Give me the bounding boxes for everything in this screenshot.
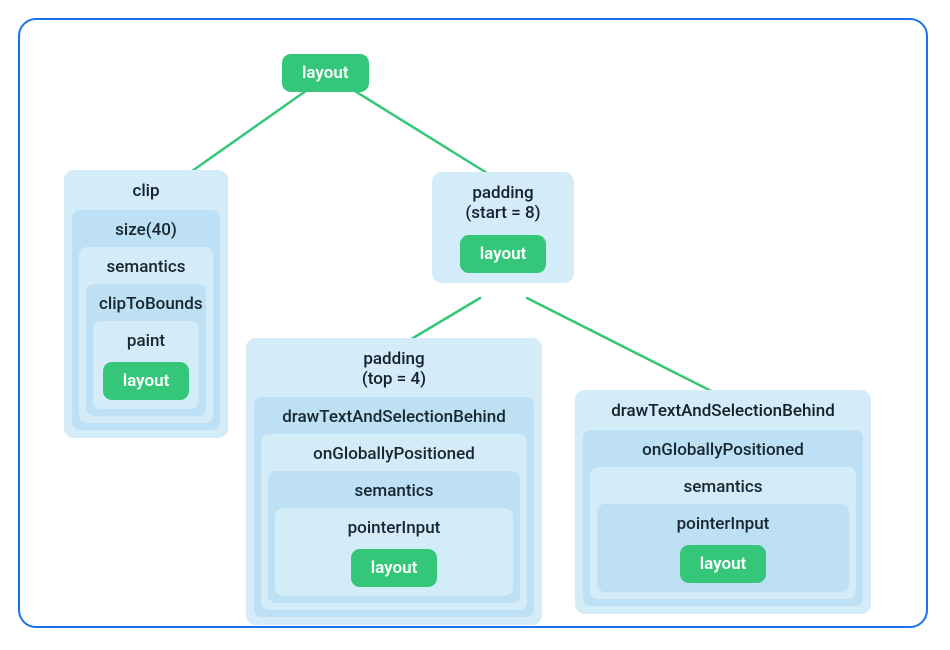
nest-semantics-br: semantics pointerInput layout bbox=[590, 467, 856, 599]
modifier-pointerinput: pointerInput bbox=[602, 509, 844, 541]
modifier-drawtext: drawTextAndSelectionBehind bbox=[581, 396, 865, 430]
bl-layout-chip: layout bbox=[351, 549, 438, 587]
modifier-semantics: semantics bbox=[595, 472, 851, 504]
left-layout-chip: layout bbox=[103, 362, 190, 400]
modifier-paint: paint bbox=[98, 326, 194, 358]
root-layout-chip: layout bbox=[282, 54, 369, 92]
modifier-padding-start: padding (start = 8) bbox=[438, 178, 568, 231]
modifier-size: size(40) bbox=[77, 215, 215, 247]
nest-ogp-bl: onGloballyPositioned semantics pointerIn… bbox=[261, 434, 527, 610]
node-clip: clip size(40) semantics clipToBounds pai… bbox=[64, 170, 228, 438]
node-drawtext-right: drawTextAndSelectionBehind onGloballyPos… bbox=[575, 390, 871, 614]
node-padding-start: padding (start = 8) layout bbox=[432, 172, 574, 283]
diagram-frame: layout clip size(40) semantics clipToBou… bbox=[18, 18, 928, 628]
modifier-pointerinput: pointerInput bbox=[280, 513, 508, 545]
modifier-padding-top: padding (top = 4) bbox=[252, 344, 536, 397]
nest-size: size(40) semantics clipToBounds paint la… bbox=[72, 210, 220, 430]
nest-pointer-br: pointerInput layout bbox=[597, 504, 849, 592]
br-layout-chip: layout bbox=[680, 545, 767, 583]
nest-cliptobounds: clipToBounds paint layout bbox=[86, 284, 206, 416]
nest-paint: paint layout bbox=[93, 321, 199, 409]
modifier-cliptobounds: clipToBounds bbox=[91, 289, 201, 321]
modifier-drawtext: drawTextAndSelectionBehind bbox=[259, 402, 529, 434]
nest-semantics-left: semantics clipToBounds paint layout bbox=[79, 247, 213, 423]
modifier-semantics: semantics bbox=[84, 252, 208, 284]
modifier-semantics: semantics bbox=[273, 476, 515, 508]
modifier-ongloballypositioned: onGloballyPositioned bbox=[266, 439, 522, 471]
modifier-ongloballypositioned: onGloballyPositioned bbox=[588, 435, 858, 467]
nest-semantics-bl: semantics pointerInput layout bbox=[268, 471, 520, 603]
nest-pointer-bl: pointerInput layout bbox=[275, 508, 513, 596]
node-padding-top: padding (top = 4) drawTextAndSelectionBe… bbox=[246, 338, 542, 625]
nest-drawtext-bl: drawTextAndSelectionBehind onGloballyPos… bbox=[254, 397, 534, 617]
nest-ogp-br: onGloballyPositioned semantics pointerIn… bbox=[583, 430, 863, 606]
modifier-clip: clip bbox=[70, 176, 222, 210]
right-layout-chip: layout bbox=[460, 235, 547, 273]
